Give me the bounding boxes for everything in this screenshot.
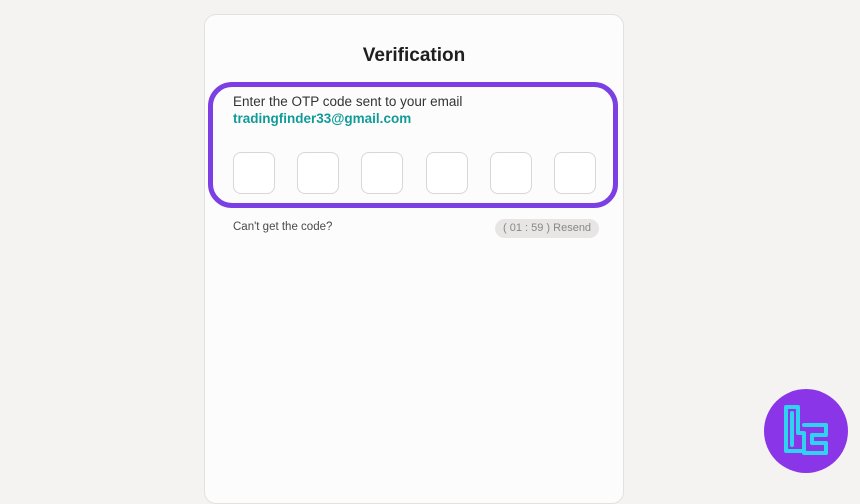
verification-card: Verification Enter the OTP code sent to … (204, 14, 624, 504)
otp-digit-6[interactable] (553, 152, 596, 194)
otp-digit-2[interactable] (297, 152, 340, 194)
resend-button[interactable]: ( 01 : 59 ) Resend (495, 219, 600, 238)
otp-digit-5[interactable] (489, 152, 532, 194)
cant-get-code-text: Can't get the code? (233, 221, 333, 233)
otp-digit-1[interactable] (233, 152, 275, 194)
otp-digit-3[interactable] (361, 152, 404, 194)
otp-prompt: Enter the OTP code sent to your email (233, 94, 463, 109)
tradingfinder-logo-icon (764, 389, 848, 473)
otp-input-group (233, 152, 596, 194)
email-address: tradingfinder33@gmail.com (233, 111, 412, 126)
page-title: Verification (362, 45, 466, 66)
otp-digit-4[interactable] (425, 152, 468, 194)
